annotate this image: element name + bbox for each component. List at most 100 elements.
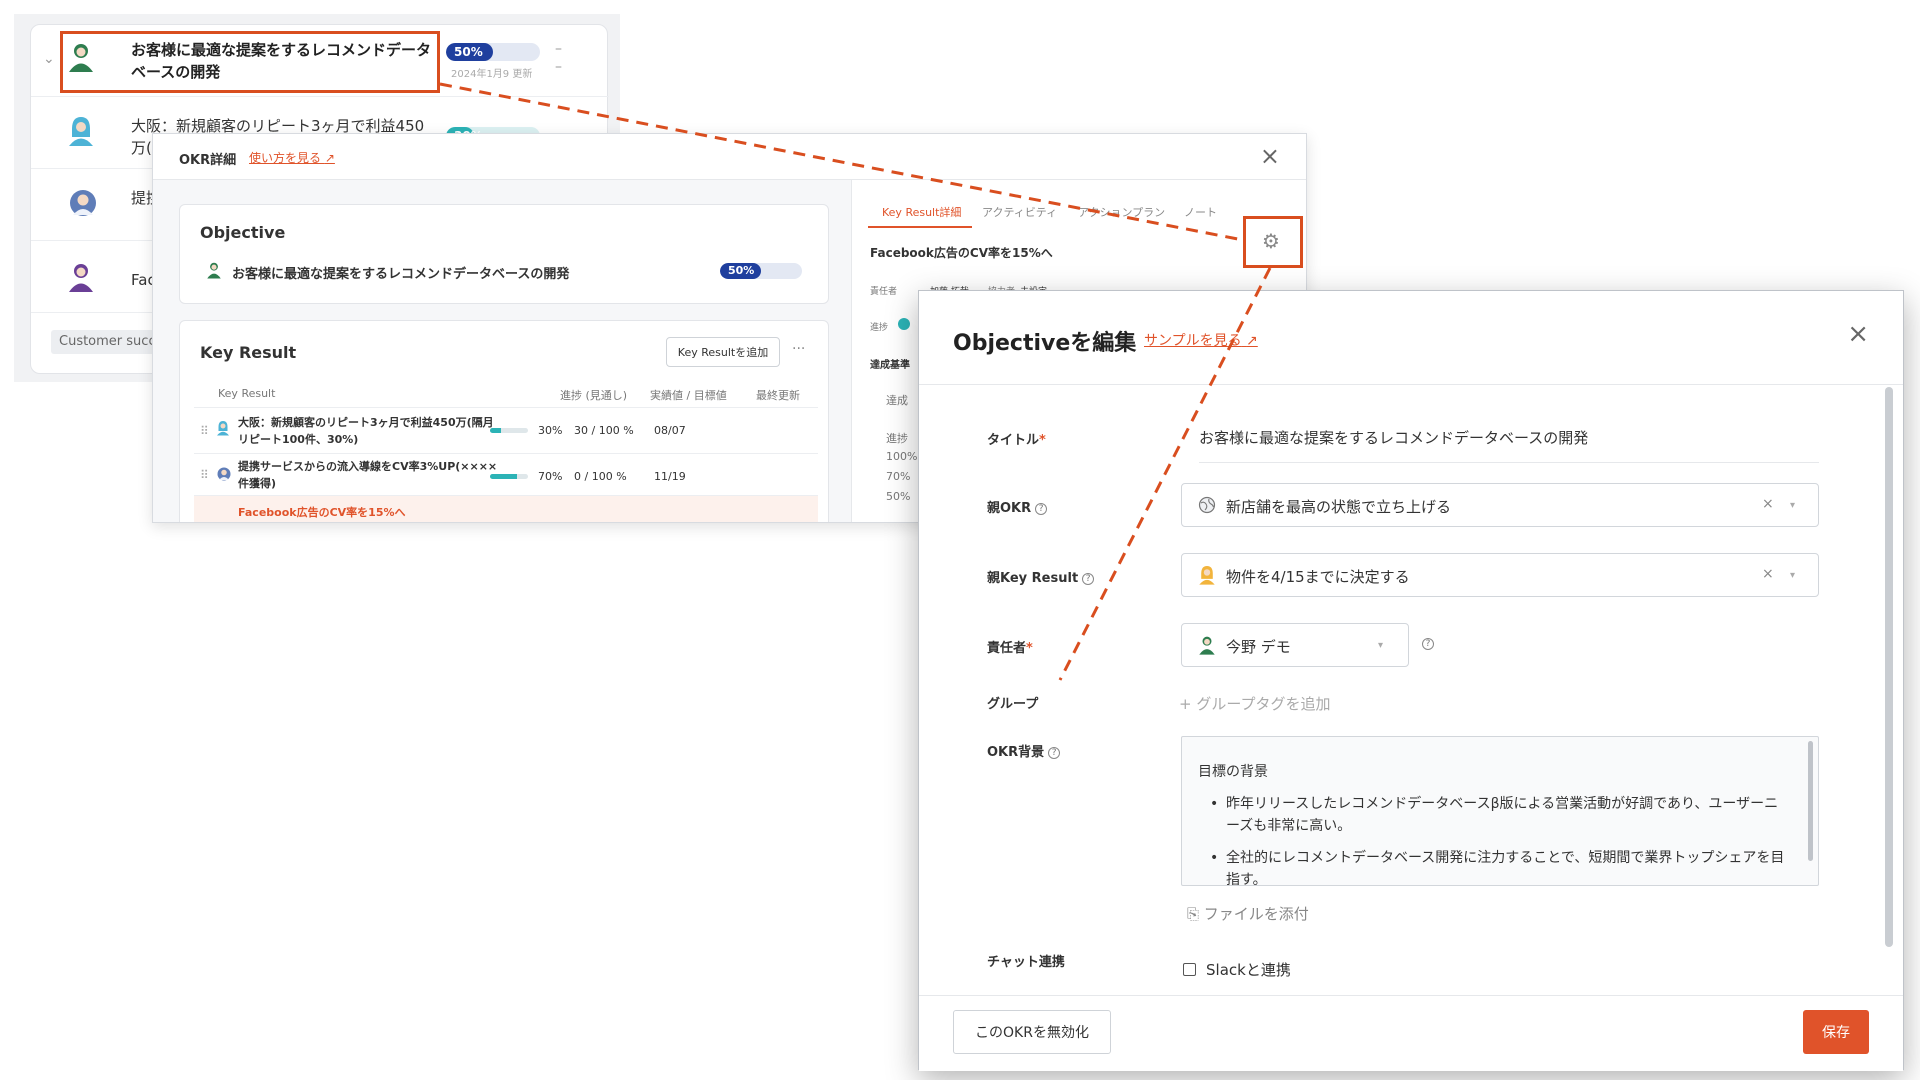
checkbox[interactable] (1183, 963, 1196, 976)
chevron-down-icon[interactable]: ▾ (1378, 640, 1383, 651)
parent-key-result-select[interactable]: 物件を4/15までに決定する × ▾ (1181, 553, 1819, 597)
owner-value: 今野 デモ (1226, 638, 1291, 656)
column-header: 進捗 (見通し) (560, 389, 628, 402)
user-avatar-icon (216, 420, 230, 440)
progress-text: 30% (538, 424, 563, 437)
background-textarea[interactable]: 目標の背景 昨年リリースしたレコメンドデータベースβ版による営業活動が好調であり… (1181, 736, 1819, 886)
close-icon[interactable]: × (1847, 319, 1869, 349)
title-input[interactable]: お客様に最適な提案をするレコメンドデータベースの開発 (1199, 427, 1819, 463)
clear-icon[interactable]: × (1762, 496, 1774, 512)
detail-title: OKR詳細 (179, 153, 237, 168)
owner-select[interactable]: 今野 デモ ▾ (1181, 623, 1409, 667)
attach-file-button[interactable]: ⎘ ファイルを添付 (1187, 903, 1309, 924)
edit-footer: このOKRを無効化 保存 (919, 995, 1903, 1071)
chevron-down-icon[interactable]: ⌄ (43, 51, 55, 67)
highlight-box (1243, 216, 1303, 268)
progress-fill: 50% (720, 263, 761, 279)
more-icon[interactable]: ··· (792, 341, 805, 357)
chevron-down-icon[interactable]: ▾ (1790, 500, 1795, 511)
column-header: 最終更新 (756, 389, 800, 402)
parent-okr-label: 親OKR? (987, 497, 1048, 516)
tab-notes[interactable]: ノート (1184, 204, 1217, 220)
user-avatar-icon (1198, 564, 1216, 590)
scrollbar[interactable] (1808, 741, 1813, 861)
external-link-icon: ↗ (324, 151, 335, 165)
owner-label: 責任者 (870, 287, 898, 297)
percent-text: 70% (886, 470, 911, 483)
disable-okr-button[interactable]: このOKRを無効化 (953, 1010, 1111, 1054)
objective-card: Objective お客様に最適な提案をするレコメンドデータベースの開発 50% (179, 204, 829, 304)
tab-key-result-detail[interactable]: Key Result詳細 (882, 204, 961, 220)
paperclip-icon: ⎘ (1187, 905, 1204, 923)
plus-icon: + (1179, 695, 1197, 713)
user-avatar-icon (67, 115, 95, 151)
drag-handle-icon[interactable]: ⠿ (200, 468, 209, 482)
add-group-tag-button[interactable]: + グループタグを追加 (1179, 693, 1330, 714)
parent-okr-value: 新店舗を最高の状態で立ち上げる (1226, 498, 1452, 516)
progress-dot (898, 318, 910, 330)
title-label: タイトル* (987, 429, 1046, 448)
owner-label-text: 責任者 (987, 641, 1027, 656)
help-link[interactable]: 使い方を見る ↗ (249, 149, 335, 166)
edit-header: Objectiveを編集 サンプルを見る ↗ × (919, 291, 1903, 385)
help-icon[interactable]: ? (1035, 503, 1048, 515)
close-icon[interactable]: × (1260, 142, 1280, 170)
drag-handle-icon[interactable]: ⠿ (200, 424, 209, 438)
clear-icon[interactable]: × (1762, 566, 1774, 582)
help-icon[interactable]: ? (1048, 747, 1061, 759)
progress-fill: 50% (446, 43, 493, 61)
key-result-card: Key Result Key Resultを追加 ··· Key Result … (179, 320, 829, 522)
dash-text: – (555, 41, 562, 57)
user-avatar-icon (67, 261, 95, 297)
progress-bar (490, 474, 528, 479)
required-mark: * (1039, 433, 1046, 448)
parent-kr-label-text: 親Key Result (987, 571, 1079, 586)
updated-text: 08/07 (654, 424, 686, 437)
updated-text: 2024年1月9 更新 (451, 69, 533, 80)
objective-label: Objective (200, 223, 286, 242)
dash-text: – (555, 59, 562, 75)
external-link-icon: ↗ (1246, 333, 1258, 349)
detail-header: OKR詳細 使い方を見る ↗ × (153, 134, 1306, 180)
help-icon[interactable]: ? (1422, 638, 1434, 650)
required-mark: * (1026, 641, 1033, 656)
group-label: グループ (987, 697, 1039, 712)
table-row[interactable]: ⠿ 提携サービスからの流入導線をCV率3%UP(××××件獲得) 70% 0 /… (194, 453, 818, 495)
parent-okr-select[interactable]: 新店舗を最高の状態で立ち上げる × ▾ (1181, 483, 1819, 527)
background-bullet: 全社的にレコメントデータベース開発に注力することで、短期間で業界トップシェアを目… (1210, 847, 1790, 885)
add-key-result-button[interactable]: Key Resultを追加 (666, 337, 780, 367)
parent-kr-label: 親Key Result? (987, 567, 1095, 586)
column-header: Key Result (218, 387, 276, 400)
tab-action-plan[interactable]: アクションプラン (1078, 204, 1165, 220)
progress-bar: 50% (720, 263, 802, 279)
user-avatar-icon (1198, 634, 1216, 660)
user-avatar-icon (216, 466, 232, 486)
parent-kr-value: 物件を4/15までに決定する (1226, 568, 1410, 586)
slack-checkbox[interactable]: Slackと連携 (1183, 959, 1291, 980)
criteria-short: 達成 (886, 394, 908, 407)
background-heading: 目標の背景 (1198, 764, 1268, 780)
scrollbar[interactable] (1885, 387, 1893, 947)
help-icon[interactable]: ? (1082, 573, 1095, 585)
progress-fill (490, 428, 502, 433)
user-avatar-icon (67, 187, 99, 223)
slack-text: Slackと連携 (1206, 961, 1291, 979)
progress-short: 進捗 (886, 432, 908, 445)
group-tag-placeholder: グループタグを追加 (1196, 695, 1331, 713)
table-row[interactable]: Facebook広告のCV率を15%へ (194, 495, 818, 522)
attach-text: ファイルを添付 (1203, 905, 1309, 923)
sample-link-text[interactable]: サンプルを見る (1144, 333, 1242, 349)
column-header: 実績値 / 目標値 (650, 389, 727, 402)
save-button[interactable]: 保存 (1803, 1010, 1869, 1054)
edit-title: Objectiveを編集 (953, 331, 1137, 356)
objective-text: お客様に最適な提案をするレコメンドデータベースの開発 (232, 267, 570, 282)
tab-activity[interactable]: アクティビティ (982, 204, 1057, 220)
title-label-text: タイトル (987, 433, 1040, 448)
updated-text: 11/19 (654, 470, 686, 483)
chevron-down-icon[interactable]: ▾ (1790, 570, 1795, 581)
edit-objective-modal: Objectiveを編集 サンプルを見る ↗ × タイトル* お客様に最適な提案… (918, 290, 1904, 1071)
help-link-text[interactable]: 使い方を見る (249, 151, 321, 165)
table-row[interactable]: ⠿ 大阪：新規顧客のリピート3ヶ月で利益450万(隔月リピート100件、30%)… (194, 407, 818, 453)
sample-link[interactable]: サンプルを見る ↗ (1144, 330, 1258, 350)
background-bullet: 昨年リリースしたレコメンドデータベースβ版による営業活動が好調であり、ユーザーニ… (1210, 793, 1790, 837)
